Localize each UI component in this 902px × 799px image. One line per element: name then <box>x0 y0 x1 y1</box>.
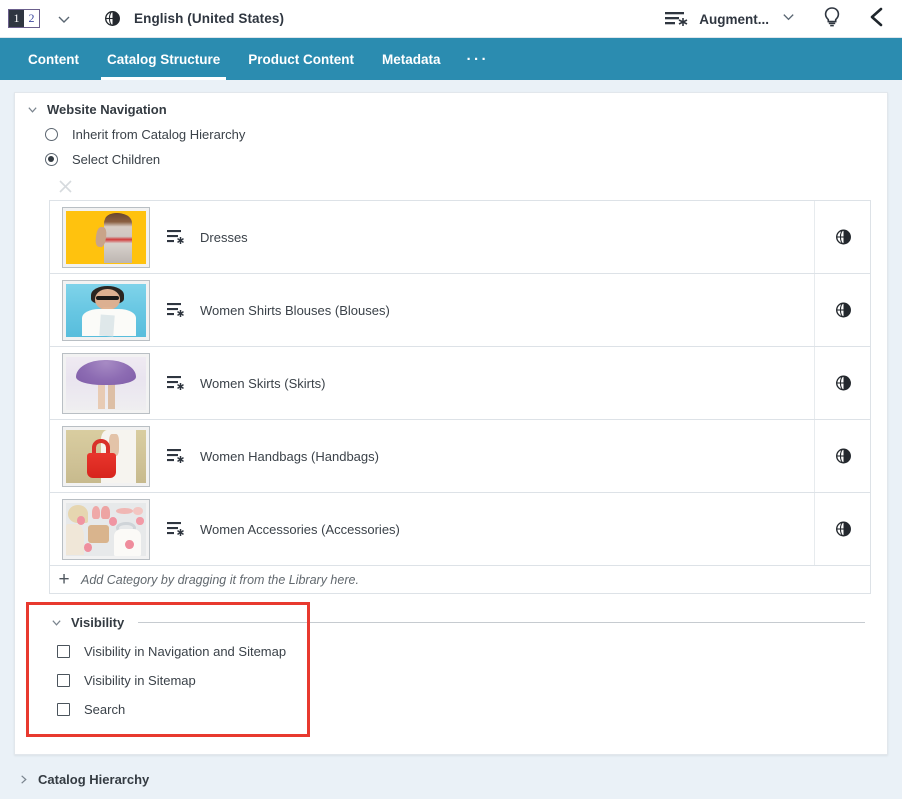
top-bar-right: Augment... <box>664 0 902 38</box>
pager-selector[interactable]: 1 2 <box>8 9 40 28</box>
category-thumbnail <box>62 425 150 487</box>
category-list-icon <box>167 448 186 464</box>
globe-icon <box>104 10 121 27</box>
category-name: Women Shirts Blouses (Blouses) <box>200 302 390 318</box>
table-row[interactable]: Women Accessories (Accessories) <box>50 493 870 566</box>
radio-button[interactable] <box>45 153 58 166</box>
checkbox-visibility-in-navigation-and-sitemap[interactable]: Visibility in Navigation and Sitemap <box>49 644 887 659</box>
table-row[interactable]: Women Handbags (Handbags) <box>50 420 870 493</box>
visibility-section: Visibility Visibility in Navigation and … <box>15 615 887 717</box>
radio-label: Select Children <box>72 152 161 167</box>
top-bar: 1 2 English (United States) Augment... <box>0 0 902 38</box>
row-divider <box>814 274 815 346</box>
app-window: 1 2 English (United States) Augment... C… <box>0 0 902 799</box>
checkbox-label: Visibility in Sitemap <box>84 673 196 688</box>
radio-label: Inherit from Catalog Hierarchy <box>72 127 246 142</box>
chevron-down-icon[interactable] <box>25 103 39 117</box>
row-divider <box>814 347 815 419</box>
category-thumbnail <box>62 279 150 341</box>
globe-icon[interactable] <box>835 302 852 319</box>
visibility-header[interactable]: Visibility <box>49 615 887 630</box>
augment-label[interactable]: Augment... <box>699 12 769 27</box>
category-thumbnail <box>62 206 150 268</box>
thumbnail-image-dresses <box>66 210 146 264</box>
row-divider <box>814 493 815 565</box>
category-list-icon <box>167 302 186 318</box>
tab-catalog-structure[interactable]: Catalog Structure <box>93 38 234 80</box>
checkbox-search[interactable]: Search <box>49 702 887 717</box>
chevron-down-icon[interactable] <box>49 616 63 630</box>
radio-inherit-from-catalog-hierarchy[interactable]: Inherit from Catalog Hierarchy <box>15 127 887 142</box>
table-row[interactable]: Dresses <box>50 201 870 274</box>
globe-icon[interactable] <box>835 375 852 392</box>
tab-bar: Content Catalog Structure Product Conten… <box>0 38 902 80</box>
website-navigation-header[interactable]: Website Navigation <box>15 93 887 117</box>
category-list-icon <box>167 229 186 245</box>
visibility-title: Visibility <box>71 615 125 630</box>
language-label: English (United States) <box>134 11 285 26</box>
chevron-right-icon[interactable] <box>16 774 30 785</box>
chevron-down-icon[interactable] <box>56 11 72 27</box>
thumbnail-image-skirts <box>66 356 146 410</box>
checkbox[interactable] <box>57 645 70 658</box>
category-name: Women Skirts (Skirts) <box>200 375 326 391</box>
category-thumbnail <box>62 498 150 560</box>
category-name: Women Handbags (Handbags) <box>200 448 379 464</box>
globe-icon[interactable] <box>835 521 852 538</box>
clear-selection-area <box>15 178 887 195</box>
radio-select-children[interactable]: Select Children <box>15 152 887 167</box>
checkbox-label: Visibility in Navigation and Sitemap <box>84 644 287 659</box>
section-divider <box>138 622 865 623</box>
pager-current[interactable]: 1 <box>9 10 24 27</box>
tab-more-overflow[interactable]: ··· <box>455 38 502 80</box>
tab-metadata[interactable]: Metadata <box>368 38 455 80</box>
pager-next[interactable]: 2 <box>24 10 39 27</box>
catalog-hierarchy-title: Catalog Hierarchy <box>38 772 150 787</box>
globe-icon[interactable] <box>835 448 852 465</box>
radio-button[interactable] <box>45 128 58 141</box>
table-row[interactable]: Women Shirts Blouses (Blouses) <box>50 274 870 347</box>
tab-product-content[interactable]: Product Content <box>234 38 368 80</box>
category-list-icon <box>167 375 186 391</box>
category-thumbnail <box>62 352 150 414</box>
add-category-hint: Add Category by dragging it from the Lib… <box>81 572 359 587</box>
table-row[interactable]: Women Skirts (Skirts) <box>50 347 870 420</box>
category-list-icon <box>167 521 186 537</box>
chevron-down-icon[interactable] <box>781 9 796 29</box>
thumbnail-image-handbags <box>66 429 146 483</box>
globe-icon[interactable] <box>835 229 852 246</box>
close-x-icon[interactable] <box>57 178 887 200</box>
add-category-dropzone[interactable]: + Add Category by dragging it from the L… <box>50 566 870 594</box>
thumbnail-image-accessories <box>66 502 146 556</box>
website-navigation-card: Website Navigation Inherit from Catalog … <box>14 92 888 755</box>
lightbulb-icon[interactable] <box>822 6 842 33</box>
augment-icon <box>664 10 690 28</box>
row-divider <box>814 420 815 492</box>
category-name: Women Accessories (Accessories) <box>200 521 400 537</box>
checkbox-visibility-in-sitemap[interactable]: Visibility in Sitemap <box>49 673 887 688</box>
chevron-left-icon[interactable] <box>866 6 888 33</box>
catalog-hierarchy-section[interactable]: Catalog Hierarchy <box>0 760 902 799</box>
category-name: Dresses <box>200 229 248 245</box>
checkbox[interactable] <box>57 703 70 716</box>
category-list: Dresses Women Shirts Blouses (Blouses) W… <box>49 200 871 594</box>
thumbnail-image-blouses <box>66 283 146 337</box>
row-divider <box>814 201 815 273</box>
plus-icon: + <box>58 569 70 590</box>
checkbox[interactable] <box>57 674 70 687</box>
checkbox-label: Search <box>84 702 126 717</box>
page-title: Website Navigation <box>47 102 167 117</box>
tab-content[interactable]: Content <box>14 38 93 80</box>
